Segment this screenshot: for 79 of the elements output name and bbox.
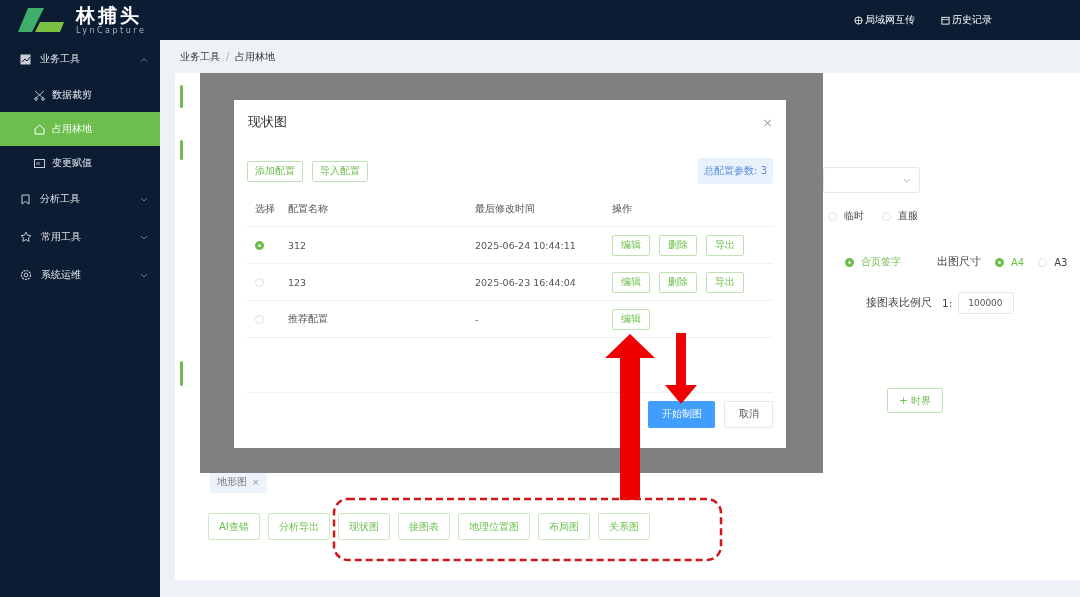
chevron-icon [140,234,148,240]
breadcrumb-item: 占用林地 [235,49,276,64]
radio-option[interactable]: 临时 [828,209,864,223]
sidebar-item[interactable]: 分析工具 [0,180,160,218]
sidebar-item[interactable]: 业务工具 [0,40,160,78]
action-button[interactable]: 分析导出 [267,513,330,540]
column-header: 操作 [612,202,632,216]
breadcrumb-item[interactable]: 业务工具 [180,49,220,64]
sidebar-subitem[interactable]: 数据裁剪 [0,78,160,112]
radio-option[interactable]: 合页签字 [845,255,901,269]
scale-input[interactable]: 100000 [958,292,1015,314]
column-header: 配置名称 [288,202,329,216]
radio-option[interactable]: A4 [995,256,1025,268]
card-icon [34,158,45,168]
bookmark-icon [20,193,31,205]
toolbar-button[interactable]: 导入配置 [312,160,368,182]
sidebar-item[interactable]: 常用工具 [0,218,160,256]
gear-icon [20,269,32,281]
row-action-button[interactable]: 编辑 [612,271,650,293]
action-button[interactable]: 接图表 [397,513,450,540]
close-icon[interactable]: × [252,477,260,487]
header-link[interactable]: 局域网互传 [854,13,915,27]
row-action-button[interactable]: 编辑 [612,308,650,330]
sidebar-label: 系统运维 [41,268,82,282]
column-header: 最后修改时间 [475,202,536,216]
row-action-button[interactable]: 编辑 [612,234,650,256]
table-cell-text: - [475,313,480,325]
sidebar-label: 常用工具 [41,230,82,244]
sidebar-subitem[interactable]: 占用林地 [0,112,160,146]
cancel-button[interactable]: 取消 [724,401,773,428]
action-button[interactable]: 关系图 [597,513,650,540]
breadcrumb-separator: / [226,51,230,62]
sidebar-item[interactable]: 系统运维 [0,256,160,294]
toolbar-button[interactable]: 添加配置 [247,160,303,182]
chevron-icon [140,196,148,202]
action-button[interactable]: AI查错 [208,513,260,540]
app-title: 林捕头 [76,5,143,25]
chart-icon [20,53,31,65]
field-label: 接图表比例尺 [866,296,932,310]
close-button[interactable]: × [762,114,773,130]
modal-title: 现状图 [247,113,287,131]
chevron-icon [903,177,911,183]
count-badge: 总配置参数: 3 [698,158,773,184]
table-cell-text: 2025-06-24 10:44:11 [475,239,577,251]
sidebar-label: 业务工具 [40,52,81,66]
start-button[interactable]: 开始制图 [648,401,715,428]
row-action-button[interactable]: 删除 [659,271,697,293]
app-subtitle: LynCapture [76,26,147,35]
star-icon [20,231,32,243]
sidebar-subitem[interactable]: 变更赋值 [0,146,160,180]
scissors-icon [34,89,45,101]
radio-option[interactable]: A3 [1038,256,1068,268]
header-link[interactable]: 历史记录 [941,13,992,27]
table-cell-text: 312 [288,239,308,251]
down-arrow [665,333,697,404]
tag: 地形图 × [210,471,267,493]
calendar-icon [941,15,950,25]
table-cell-text: 123 [288,276,308,288]
table-cell-text: 推荐配置 [288,312,329,326]
table-cell-text: 2025-06-23 16:44:04 [475,276,577,288]
chevron-icon [140,272,148,278]
field-label: 出图尺寸 [937,255,981,269]
action-button[interactable]: 现状图 [337,513,390,540]
chevron-icon [140,56,148,62]
row-action-button[interactable]: 导出 [706,271,744,293]
sidebar-label: 分析工具 [40,192,81,206]
row-action-button[interactable]: 导出 [706,234,744,256]
action-button[interactable]: 地理位置图 [457,513,530,540]
field-prefix: 1: [942,297,953,309]
column-header: 选择 [254,202,276,216]
logo-icon [18,8,66,32]
globe-icon [854,15,863,25]
house-icon [34,123,45,135]
add-button[interactable]: + 时界 [887,388,943,413]
radio-button[interactable] [255,240,264,250]
action-button[interactable]: 布局图 [537,513,590,540]
select-field[interactable] [823,167,920,193]
row-action-button[interactable]: 删除 [659,234,697,256]
radio-option[interactable]: 直服 [882,209,918,223]
